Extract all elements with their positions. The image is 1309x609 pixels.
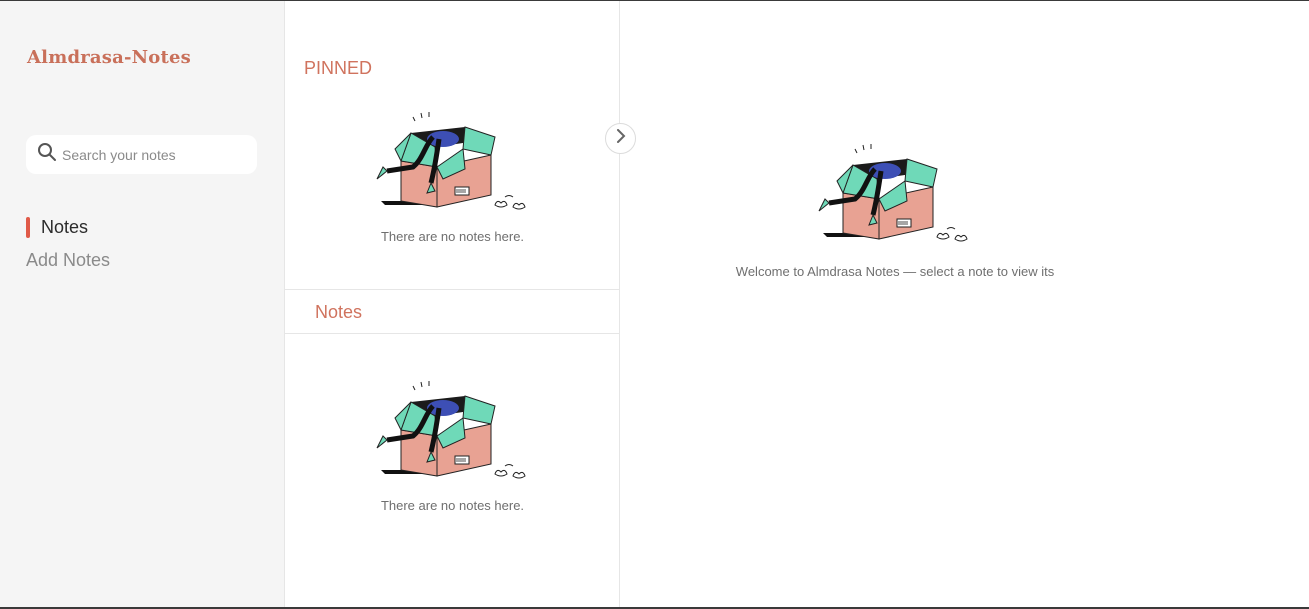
welcome-text: Welcome to Almdrasa Notes — select a not… [735,264,1055,279]
empty-state-text: There are no notes here. [380,498,525,513]
empty-box-illustration [815,141,975,251]
sidebar: Almdrasa-Notes Notes Add Notes [0,1,285,607]
nav-item-notes[interactable]: Notes [26,217,88,238]
empty-box-illustration [373,109,533,219]
search-box[interactable] [26,135,257,174]
notes-section-title: Notes [315,302,363,322]
search-icon [37,142,57,167]
nav-item-label: Notes [41,217,89,237]
brand-logo: Almdrasa-Notes [27,47,192,68]
welcome-state: Welcome to Almdrasa Notes — select a not… [620,141,1170,279]
active-indicator [26,217,30,238]
nav-item-label: Add Notes [26,250,111,270]
search-input[interactable] [62,146,247,163]
nav-item-add-notes[interactable]: Add Notes [26,250,110,271]
section-divider [285,289,620,290]
empty-state-text: There are no notes here. [380,229,525,244]
app-window: Almdrasa-Notes Notes Add Notes PINNED Th… [0,0,1309,609]
pinned-empty-state: There are no notes here. [285,109,620,244]
section-divider [285,333,620,334]
notes-list-panel: PINNED There are no notes here. Notes Th… [285,1,620,607]
pinned-section-title: PINNED [304,58,373,78]
note-detail-panel: Welcome to Almdrasa Notes — select a not… [620,1,1309,607]
notes-empty-state: There are no notes here. [285,378,620,513]
empty-box-illustration [373,378,533,488]
